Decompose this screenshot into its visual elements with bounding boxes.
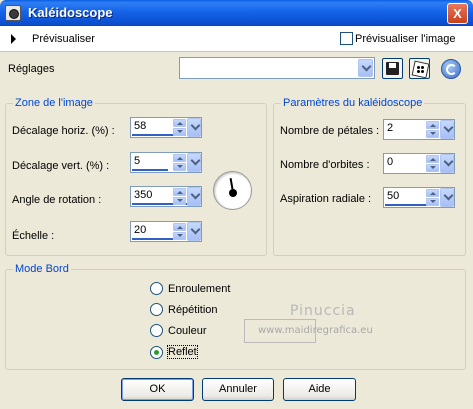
scale-down-icon[interactable]: [173, 232, 186, 240]
preview-toggle-label[interactable]: Prévisualiser: [32, 33, 95, 45]
edge-repeat-radio[interactable]: [150, 303, 163, 316]
edge-mode-group: Mode Bord: [5, 263, 466, 370]
scale-label: Échelle :: [12, 230, 55, 242]
kaleidoscope-app-icon: [5, 5, 21, 21]
petal-count-spinner[interactable]: 2: [383, 119, 455, 140]
petal-count-label: Nombre de pétales :: [280, 125, 380, 137]
edge-mode-legend: Mode Bord: [13, 263, 71, 275]
vertical-offset-value[interactable]: 5: [134, 155, 140, 167]
radial-suction-down-icon[interactable]: [426, 198, 439, 206]
randomize-button[interactable]: [409, 58, 430, 79]
orbit-count-spinner[interactable]: 0: [383, 153, 455, 174]
radial-suction-spinner[interactable]: 50: [383, 187, 455, 208]
preview-image-checkbox-label[interactable]: Prévisualiser l'image: [355, 33, 456, 45]
kaleidoscope-params-legend: Paramètres du kaléidoscope: [281, 97, 425, 109]
radial-suction-chevron-icon[interactable]: [440, 188, 454, 207]
rotation-angle-up-icon[interactable]: [173, 188, 186, 196]
scale-slider[interactable]: [132, 238, 173, 240]
help-button[interactable]: Aide: [283, 378, 356, 401]
ok-button[interactable]: OK: [121, 378, 194, 401]
radial-suction-value[interactable]: 50: [387, 190, 399, 202]
petal-count-chevron-icon[interactable]: [440, 120, 454, 139]
radial-suction-up-icon[interactable]: [426, 189, 439, 197]
edge-reflect-label[interactable]: Reflet: [167, 345, 198, 359]
preview-bar: Prévisualiser Prévisualiser l'image: [0, 26, 473, 52]
rotation-angle-down-icon[interactable]: [173, 197, 186, 205]
horizontal-offset-spinner[interactable]: 58: [130, 117, 202, 138]
orbit-count-down-icon[interactable]: [426, 164, 439, 172]
horizontal-offset-value[interactable]: 58: [134, 120, 146, 132]
window-title: Kaléidoscope: [28, 5, 113, 20]
vertical-offset-up-icon[interactable]: [173, 154, 186, 162]
vertical-offset-spinner[interactable]: 5: [130, 152, 202, 173]
horizontal-offset-label: Décalage horiz. (%) :: [12, 125, 115, 137]
presets-label: Réglages: [8, 63, 55, 75]
scale-up-icon[interactable]: [173, 223, 186, 231]
horizontal-offset-chevron-icon[interactable]: [187, 118, 201, 137]
presets-dropdown-chevron-icon[interactable]: [358, 59, 373, 77]
reset-button[interactable]: [440, 58, 461, 79]
radial-suction-label: Aspiration radiale :: [280, 193, 372, 205]
rotation-angle-spinner[interactable]: 350: [130, 186, 202, 207]
rotation-angle-chevron-icon[interactable]: [187, 187, 201, 206]
title-bar: Kaléidoscope X: [0, 0, 473, 26]
petal-count-value[interactable]: 2: [387, 122, 393, 134]
rotation-angle-label: Angle de rotation :: [12, 194, 102, 206]
rotation-angle-value[interactable]: 350: [134, 189, 152, 201]
expand-arrow-icon[interactable]: [11, 34, 16, 44]
watermark-url: www.maidiregrafica.eu: [258, 325, 373, 336]
orbit-count-value[interactable]: 0: [387, 156, 393, 168]
orbit-count-chevron-icon[interactable]: [440, 154, 454, 173]
image-zone-legend: Zone de l'image: [13, 97, 95, 109]
presets-dropdown[interactable]: [179, 57, 375, 79]
vertical-offset-chevron-icon[interactable]: [187, 153, 201, 172]
petal-count-up-icon[interactable]: [426, 121, 439, 129]
save-preset-button[interactable]: [382, 58, 403, 79]
watermark-name: Pinuccia: [290, 303, 356, 319]
scale-chevron-icon[interactable]: [187, 222, 201, 241]
vertical-offset-down-icon[interactable]: [173, 163, 186, 171]
close-button[interactable]: X: [447, 3, 468, 24]
edge-color-label[interactable]: Couleur: [168, 325, 207, 337]
preview-image-checkbox[interactable]: [340, 32, 353, 45]
petal-count-down-icon[interactable]: [426, 130, 439, 138]
scale-spinner[interactable]: 20: [130, 221, 202, 242]
orbit-count-up-icon[interactable]: [426, 155, 439, 163]
horizontal-offset-down-icon[interactable]: [173, 128, 186, 136]
edge-wrap-label[interactable]: Enroulement: [168, 283, 230, 295]
edge-wrap-radio[interactable]: [150, 282, 163, 295]
vertical-offset-slider[interactable]: [132, 169, 168, 171]
edge-reflect-radio[interactable]: [150, 346, 163, 359]
rotation-dial[interactable]: [213, 171, 252, 210]
orbit-count-label: Nombre d'orbites :: [280, 159, 370, 171]
edge-repeat-label[interactable]: Répétition: [168, 304, 218, 316]
horizontal-offset-up-icon[interactable]: [173, 119, 186, 127]
scale-value[interactable]: 20: [134, 224, 146, 236]
cancel-button[interactable]: Annuler: [202, 378, 274, 401]
edge-color-radio[interactable]: [150, 324, 163, 337]
rotation-dial-hub: [229, 189, 237, 197]
vertical-offset-label: Décalage vert. (%) :: [12, 160, 110, 172]
